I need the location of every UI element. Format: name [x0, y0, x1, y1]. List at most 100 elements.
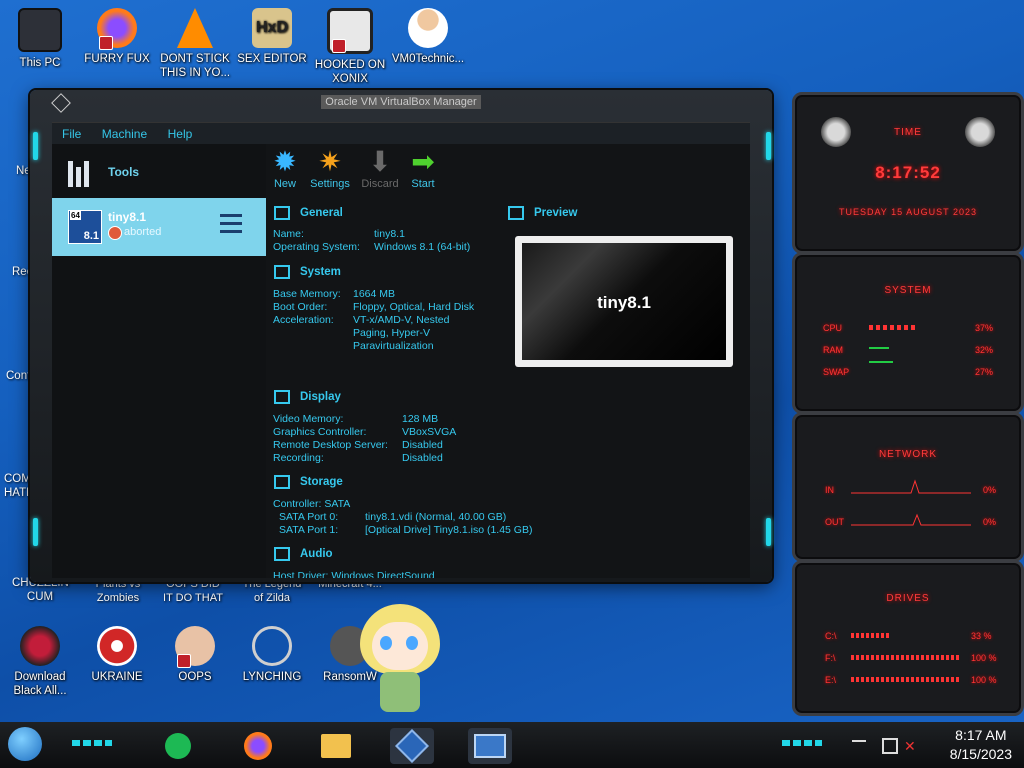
window-frame-accent	[766, 132, 771, 160]
taskbar-accent-right	[782, 740, 822, 746]
network-tray-icon[interactable]	[882, 738, 898, 754]
swap-label: SWAP	[823, 367, 850, 377]
tools-item[interactable]: Tools	[68, 154, 139, 190]
desktop-icon-vm0technic[interactable]: VM0Technic...	[388, 8, 468, 66]
desktop-icon-lynching[interactable]: LYNCHING	[232, 626, 312, 684]
preview-vm-name: tiny8.1	[597, 293, 651, 312]
vm-list-item-tiny81[interactable]: 64 8.1 tiny8.1 aborted	[52, 198, 266, 256]
swap-value: 27%	[975, 367, 994, 377]
drive-e-bar	[851, 677, 961, 682]
gear-icon: ✷	[318, 146, 342, 177]
storage-details: Controller: SATA SATA Port 0: tiny8.1.vdi…	[273, 498, 533, 536]
desktop-icon-label: VM0Technic...	[391, 53, 465, 65]
section-general-header[interactable]: General	[274, 206, 343, 220]
system-details: Base Memory: 1664 MB Boot Order: Floppy, O…	[273, 288, 475, 352]
audio-details-partial: Host Driver: Windows DirectSound	[273, 570, 435, 578]
start-button[interactable]: ➡ Start	[406, 146, 440, 190]
vlc-cone-icon	[177, 8, 213, 48]
tools-icon	[68, 157, 98, 187]
net-out-label: OUT	[825, 517, 844, 527]
menu-file[interactable]: File	[62, 127, 81, 141]
alien-head-icon	[20, 626, 60, 666]
explorer-taskbar-button[interactable]	[314, 728, 358, 764]
chip-icon	[274, 265, 290, 279]
ram-label: RAM	[823, 345, 843, 355]
desktop-icon-label: HOOKED ON XONIX	[314, 59, 386, 85]
drive-f-label: F:\	[825, 653, 836, 663]
system-title: SYSTEM	[884, 285, 932, 296]
desktop-icon-label: Download Black All...	[13, 671, 67, 697]
section-system-header[interactable]: System	[274, 265, 341, 279]
volume-muted-icon[interactable]: ✕	[904, 738, 916, 755]
net-out-value: 0%	[983, 517, 997, 527]
radiation-icon	[97, 626, 137, 666]
monitor-icon	[274, 390, 290, 404]
taskbar-clock[interactable]: 8:17 AM 8/15/2023	[950, 726, 1012, 764]
taskbar: ✕ 8:17 AM 8/15/2023	[0, 722, 1024, 768]
net-out-graph	[851, 513, 971, 526]
desktop-icon-this-pc[interactable]: This PC	[0, 8, 80, 70]
drive-f-value: 100 %	[971, 653, 997, 663]
network-title: NETWORK	[878, 449, 938, 460]
new-button[interactable]: ✹ New	[268, 146, 302, 190]
drive-c-label: C:\	[825, 631, 837, 641]
desktop-icon-furry-fux[interactable]: FURRY FUX	[77, 8, 157, 66]
drives-title: DRIVES	[886, 593, 930, 604]
start-orb-button[interactable]	[8, 727, 42, 761]
desktop-icon-label: DONT STICK THIS IN YO...	[159, 53, 231, 79]
desktop-icon-label: This PC	[19, 57, 61, 69]
arrow-down-icon: ⬇	[368, 146, 392, 177]
virtualbox-taskbar-button[interactable]	[390, 728, 434, 764]
section-display-header[interactable]: Display	[274, 390, 341, 404]
machine-list-pane: Tools 64 8.1 tiny8.1 aborted	[52, 144, 266, 578]
time-date: TUESDAY 15 AUGUST 2023	[838, 207, 978, 217]
swap-bar	[869, 361, 893, 363]
drive-e-value: 100 %	[971, 675, 997, 685]
show-hidden-icons-icon[interactable]	[852, 740, 866, 750]
firefox-icon	[244, 732, 272, 760]
speaker-icon	[274, 547, 290, 561]
monitor-icon	[508, 206, 524, 220]
spotify-icon	[165, 733, 191, 759]
new-star-icon: ✹	[273, 146, 297, 177]
section-preview-header[interactable]: Preview	[508, 206, 577, 220]
cpu-bar	[869, 325, 915, 330]
time-gadget: TIME 8:17:52 TUESDAY 15 AUGUST 2023	[792, 92, 1024, 254]
desktop-icon-label: LYNCHING	[242, 671, 302, 683]
system-gadget: SYSTEM CPU 37% RAM 32% SWAP 27%	[792, 252, 1024, 414]
start-label: Start	[411, 178, 435, 190]
clock-date: 8/15/2023	[949, 746, 1012, 762]
desktop-icon-label: FURRY FUX	[84, 53, 150, 65]
window-frame-accent	[33, 132, 38, 160]
vm-state: aborted	[124, 226, 162, 238]
settings-label: Settings	[310, 178, 350, 190]
ram-bar	[869, 347, 889, 349]
drive-c-value: 33 %	[971, 631, 992, 641]
desktop-icon-ukraine[interactable]: UKRAINE	[77, 626, 157, 684]
desktop-label-partial: Ne	[16, 165, 31, 177]
desktop-icon-oops[interactable]: OOPS	[155, 626, 235, 684]
portrait-icon	[175, 626, 215, 668]
window-taskbar-button[interactable]	[468, 728, 512, 764]
firefox-taskbar-button[interactable]	[236, 728, 280, 764]
settings-button[interactable]: ✷ Settings	[308, 146, 352, 190]
section-storage-header[interactable]: Storage	[274, 475, 343, 489]
clock-time: 8:17 AM	[955, 727, 1007, 743]
network-gadget: NETWORK IN 0% OUT 0%	[792, 412, 1024, 562]
menu-help[interactable]: Help	[168, 127, 193, 141]
desktop-icon-download-black[interactable]: Download Black All...	[0, 626, 80, 698]
general-details: Name: tiny8.1 Operating System: Windows 8.…	[273, 228, 471, 253]
spotify-taskbar-button[interactable]	[156, 728, 200, 764]
vm-menu-icon[interactable]	[220, 212, 242, 234]
discard-button[interactable]: ⬇ Discard	[360, 146, 400, 190]
desktop-icon-hooked-on-xonix[interactable]: HOOKED ON XONIX	[310, 8, 390, 86]
window-frame-accent	[766, 518, 771, 546]
desktop-icon-sex-editor[interactable]: HxD SEX EDITOR	[232, 8, 312, 66]
cpu-value: 37%	[975, 323, 994, 333]
desktop-icon-label: UKRAINE	[91, 671, 143, 683]
section-audio-header[interactable]: Audio	[274, 547, 333, 561]
virtualbox-icon	[395, 729, 429, 763]
window-icon	[474, 734, 506, 758]
desktop-icon-dont-stick[interactable]: DONT STICK THIS IN YO...	[155, 8, 235, 80]
menu-machine[interactable]: Machine	[102, 127, 147, 141]
